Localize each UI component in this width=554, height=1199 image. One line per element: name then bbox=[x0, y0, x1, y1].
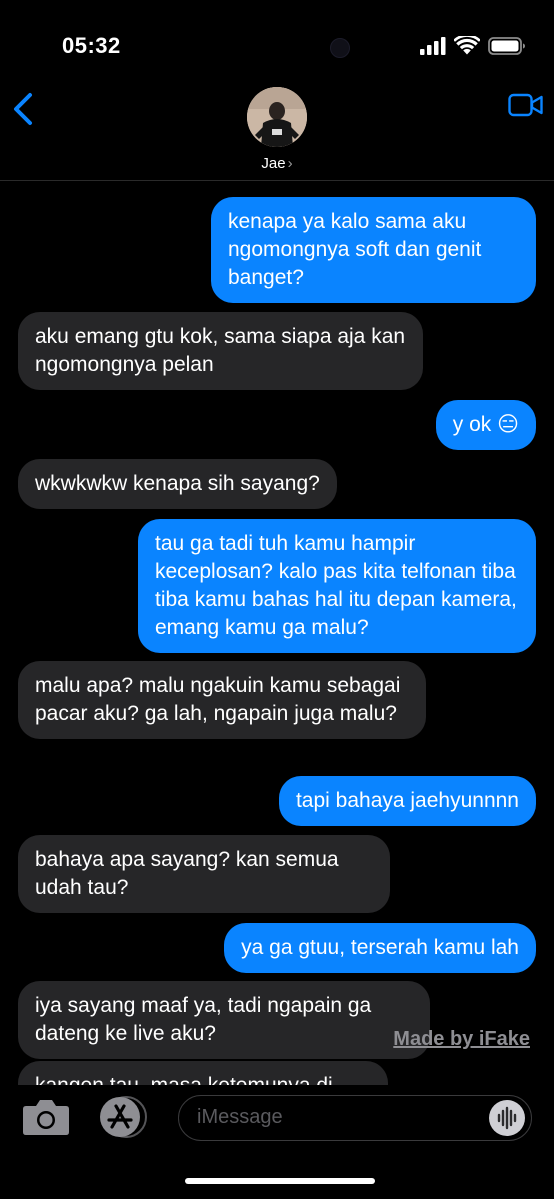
message-bubble-received[interactable]: bahaya apa sayang? kan semua udah tau? bbox=[18, 835, 390, 913]
wifi-icon bbox=[454, 36, 480, 55]
battery-icon bbox=[488, 36, 525, 55]
message-bubble-received[interactable]: malu apa? malu ngakuin kamu sebagai paca… bbox=[18, 661, 426, 739]
message-bubble-sent[interactable]: tau ga tadi tuh kamu hampir keceplosan? … bbox=[138, 519, 536, 653]
message-list[interactable]: kenapa ya kalo sama aku ngomongnya soft … bbox=[0, 181, 554, 1085]
status-icons bbox=[420, 36, 526, 55]
message-bubble-sent[interactable]: ya ga gtuu, terserah kamu lah bbox=[224, 923, 536, 973]
back-button[interactable] bbox=[10, 92, 38, 126]
front-camera-icon bbox=[330, 38, 350, 58]
status-bar: 05:32 bbox=[0, 0, 554, 80]
watermark: Made by iFake bbox=[393, 1028, 530, 1050]
contact-name: Jae bbox=[261, 155, 286, 172]
video-camera-icon bbox=[508, 93, 543, 117]
app-store-icon bbox=[100, 1096, 147, 1138]
message-bubble-received[interactable]: aku emang gtu kok, sama siapa aja kan ng… bbox=[18, 312, 423, 390]
message-bubble-sent[interactable]: kenapa ya kalo sama aku ngomongnya soft … bbox=[211, 197, 536, 303]
camera-icon bbox=[23, 1100, 69, 1135]
contact-avatar[interactable] bbox=[247, 87, 307, 147]
message-bubble-sent[interactable]: tapi bahaya jaehyunnnn bbox=[278, 776, 536, 826]
message-input[interactable]: iMessage bbox=[178, 1095, 532, 1141]
contact-name-button[interactable]: Jae › bbox=[0, 155, 554, 172]
status-time: 05:32 bbox=[62, 33, 121, 58]
message-bubble-received[interactable]: iya sayang maaf ya, tadi ngapain ga date… bbox=[18, 981, 430, 1059]
message-input-placeholder: iMessage bbox=[197, 1106, 283, 1128]
camera-button[interactable] bbox=[22, 1097, 70, 1137]
chevron-right-icon: › bbox=[287, 155, 293, 172]
home-indicator[interactable] bbox=[185, 1178, 375, 1184]
message-bubble-received[interactable]: kangen tau, masa ketemunya di bbox=[18, 1061, 388, 1085]
audio-message-button[interactable] bbox=[489, 1100, 525, 1136]
message-bubble-sent[interactable]: y ok 😑 bbox=[435, 400, 536, 450]
compose-bar: iMessage bbox=[0, 1085, 554, 1199]
avatar-photo-icon bbox=[247, 87, 307, 147]
message-bubble-received[interactable]: wkwkwkw kenapa sih sayang? bbox=[18, 459, 337, 509]
conversation-header: Jae › bbox=[0, 80, 554, 181]
cellular-signal-icon bbox=[420, 36, 446, 55]
chevron-left-icon bbox=[14, 93, 32, 125]
audio-waveform-icon bbox=[497, 1106, 517, 1130]
facetime-video-button[interactable] bbox=[508, 92, 544, 118]
app-store-button[interactable] bbox=[96, 1095, 148, 1139]
